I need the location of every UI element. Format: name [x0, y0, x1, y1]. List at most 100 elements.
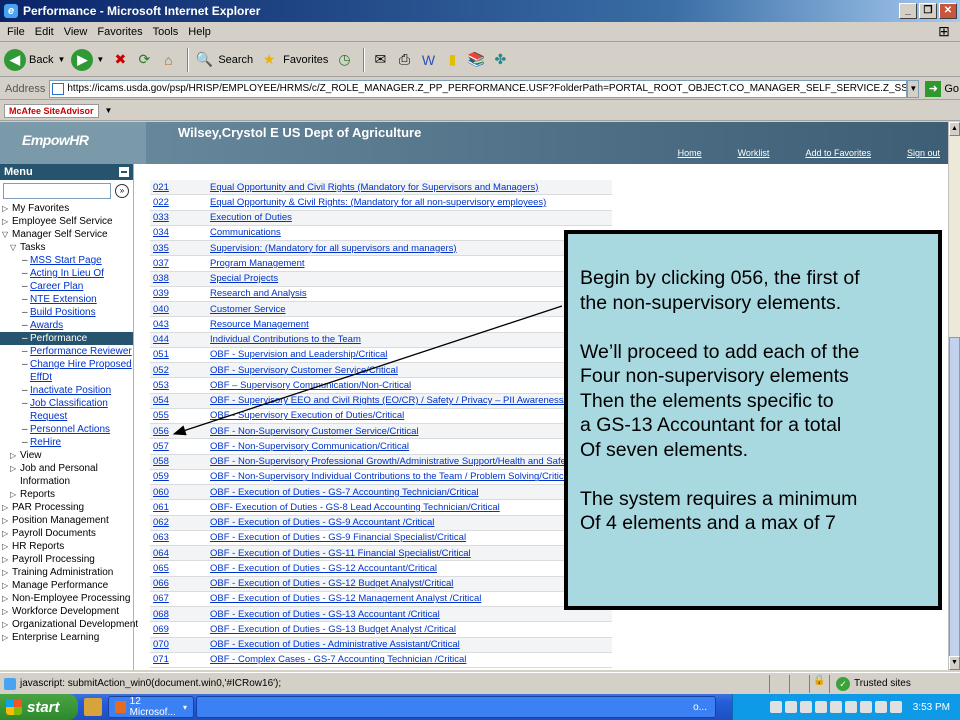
element-description-link[interactable]: Research and Analysis — [210, 288, 612, 299]
minimize-button[interactable]: _ — [899, 3, 917, 19]
scroll-down-icon[interactable]: ▼ — [949, 656, 960, 670]
menu-item[interactable]: Employee Self Service — [0, 215, 133, 228]
menu-item[interactable]: Manage Performance — [0, 579, 133, 592]
close-button[interactable]: ✕ — [939, 3, 957, 19]
menu-item[interactable]: Enterprise Learning — [0, 631, 133, 644]
element-description-link[interactable]: OBF – Supervisory Communication/Non-Crit… — [210, 380, 612, 391]
menu-edit[interactable]: Edit — [32, 26, 61, 38]
tray-icon[interactable] — [814, 701, 827, 713]
address-dropdown-icon[interactable]: ▼ — [907, 79, 920, 98]
element-code-link[interactable]: 071 — [150, 654, 210, 665]
element-description-link[interactable]: Execution of Duties — [210, 212, 612, 223]
element-description-link[interactable]: OBF - Supervision and Leadership/Critica… — [210, 349, 612, 360]
element-description-link[interactable]: OBF - Non-Supervisory Communication/Crit… — [210, 441, 612, 452]
address-input[interactable]: https://icams.usda.gov/psp/HRISP/EMPLOYE… — [49, 79, 908, 98]
collapse-menu-icon[interactable] — [119, 167, 129, 177]
element-description-link[interactable]: Individual Contributions to the Team — [210, 334, 612, 345]
element-code-link[interactable]: 060 — [150, 487, 210, 498]
element-description-link[interactable]: OBF - Execution of Duties - GS-13 Budget… — [210, 624, 612, 635]
menu-item[interactable]: PAR Processing — [0, 501, 133, 514]
element-code-link[interactable]: 039 — [150, 288, 210, 299]
back-dropdown-icon[interactable]: ▼ — [57, 55, 65, 64]
menu-search-input[interactable] — [3, 183, 111, 199]
history-icon[interactable]: ◷ — [334, 50, 354, 70]
menu-item[interactable]: HR Reports — [0, 540, 133, 553]
menu-view[interactable]: View — [61, 26, 95, 38]
add-to-favorites-link[interactable]: Add to Favorites — [805, 148, 871, 158]
menu-item[interactable]: Organizational Development — [0, 618, 138, 631]
element-code-link[interactable]: 054 — [150, 395, 210, 406]
element-code-link[interactable]: 044 — [150, 334, 210, 345]
element-description-link[interactable]: Program Management — [210, 258, 612, 269]
element-description-link[interactable]: OBF - Execution of Duties - GS-13 Accoun… — [210, 609, 612, 620]
element-code-link[interactable]: 053 — [150, 380, 210, 391]
element-code-link[interactable]: 058 — [150, 456, 210, 467]
element-description-link[interactable]: OBF - Supervisory Customer Service/Criti… — [210, 365, 612, 376]
tray-icon[interactable] — [784, 701, 797, 713]
element-code-link[interactable]: 022 — [150, 197, 210, 208]
menu-item[interactable]: Inactivate Position — [0, 384, 133, 397]
scroll-thumb[interactable] — [949, 337, 960, 662]
menu-item[interactable]: Payroll Documents — [0, 527, 133, 540]
tray-icon[interactable] — [859, 701, 872, 713]
menu-file[interactable]: File — [4, 26, 32, 38]
menu-item[interactable]: Awards — [0, 319, 133, 332]
home-link[interactable]: Home — [678, 148, 702, 158]
system-clock[interactable]: 3:53 PM — [913, 702, 950, 713]
element-description-link[interactable]: OBF - Non-Supervisory Customer Service/C… — [210, 426, 612, 437]
element-code-link[interactable]: 052 — [150, 365, 210, 376]
menu-item[interactable]: View — [0, 449, 133, 462]
page-scrollbar[interactable]: ▲ ▼ — [948, 122, 960, 670]
element-description-link[interactable]: OBF- Execution of Duties - GS-8 Lead Acc… — [210, 502, 612, 513]
element-code-link[interactable]: 063 — [150, 532, 210, 543]
element-description-link[interactable]: OBF - Execution of Duties - GS-9 Financi… — [210, 532, 612, 543]
element-code-link[interactable]: 021 — [150, 182, 210, 193]
menu-item[interactable]: Performance — [0, 332, 133, 345]
element-description-link[interactable]: OBF - Execution of Duties - GS-11 Financ… — [210, 548, 612, 559]
window-title-bar[interactable]: e Performance - Microsoft Internet Explo… — [0, 0, 960, 22]
tray-icon[interactable] — [829, 701, 842, 713]
menu-item[interactable]: Information — [0, 475, 133, 488]
element-code-link[interactable]: 043 — [150, 319, 210, 330]
element-code-link[interactable]: 033 — [150, 212, 210, 223]
element-code-link[interactable]: 067 — [150, 593, 210, 604]
forward-dropdown-icon[interactable]: ▼ — [96, 55, 104, 64]
back-button[interactable]: ◀ Back ▼ — [4, 48, 65, 71]
discuss-icon[interactable]: ▮ — [442, 50, 462, 70]
element-code-link[interactable]: 066 — [150, 578, 210, 589]
menu-item[interactable]: Training Administration — [0, 566, 133, 579]
print-icon[interactable]: ⎙ — [394, 50, 414, 70]
sign-out-link[interactable]: Sign out — [907, 148, 940, 158]
menu-item[interactable]: Job Classification — [0, 397, 133, 410]
element-description-link[interactable]: OBF - Non-Supervisory Professional Growt… — [210, 456, 612, 467]
menu-item[interactable]: Change Hire Proposed — [0, 358, 133, 371]
menu-item[interactable]: Job and Personal — [0, 462, 133, 475]
mcafee-siteadvisor-button[interactable]: McAfee SiteAdvisor — [4, 103, 99, 118]
taskbar-office-button[interactable]: 12 Microsof... ▾ — [108, 696, 194, 718]
element-description-link[interactable]: Equal Opportunity and Civil Rights (Mand… — [210, 182, 612, 193]
element-description-link[interactable]: Equal Opportunity & Civil Rights: (Manda… — [210, 197, 612, 208]
menu-item[interactable]: Acting In Lieu Of — [0, 267, 133, 280]
favorites-button[interactable]: ★ Favorites — [259, 50, 329, 70]
search-button[interactable]: 🔍 Search — [194, 50, 254, 70]
scroll-up-icon[interactable]: ▲ — [949, 122, 960, 136]
element-description-link[interactable]: OBF - Execution of Duties - GS-12 Manage… — [210, 593, 612, 604]
element-description-link[interactable]: OBF - Execution of Duties - GS-9 Account… — [210, 517, 612, 528]
element-code-link[interactable]: 055 — [150, 410, 210, 421]
home-icon[interactable]: ⌂ — [158, 50, 178, 70]
menu-item[interactable]: MSS Start Page — [0, 254, 133, 267]
menu-item[interactable]: ReHire — [0, 436, 133, 449]
menu-item[interactable]: Career Plan — [0, 280, 133, 293]
menu-search-go-icon[interactable]: » — [115, 184, 129, 198]
menu-item[interactable]: Build Positions — [0, 306, 133, 319]
tray-icon[interactable] — [889, 701, 902, 713]
go-button[interactable]: ➜ Go — [925, 80, 959, 97]
mcafee-dropdown-icon[interactable]: ▼ — [105, 106, 113, 115]
element-description-link[interactable]: Supervision: (Mandatory for all supervis… — [210, 243, 612, 254]
element-code-link[interactable]: 051 — [150, 349, 210, 360]
taskbar-window-button[interactable]: o... — [196, 696, 716, 718]
menu-item[interactable]: Reports — [0, 488, 133, 501]
menu-item[interactable]: Performance Reviewer — [0, 345, 133, 358]
menu-item[interactable]: Payroll Processing — [0, 553, 133, 566]
element-description-link[interactable]: OBF - Supervisory Execution of Duties/Cr… — [210, 410, 612, 421]
